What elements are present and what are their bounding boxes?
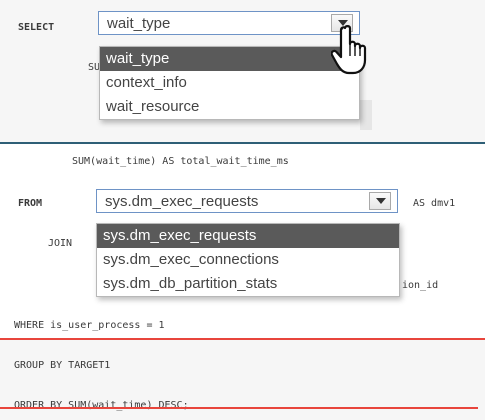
table-select-value: sys.dm_exec_requests (105, 193, 259, 210)
join-condition-fragment: ion_id (402, 280, 439, 291)
where-clause-line: WHERE is_user_process = 1 (14, 320, 165, 331)
column-option-wait-type[interactable]: wait_type (100, 47, 359, 71)
join-keyword-fragment: JOIN (48, 238, 73, 249)
column-dropdown-list: wait_type context_info wait_resource (99, 46, 360, 120)
chevron-down-icon (376, 198, 386, 204)
table-alias: AS dmv1 (413, 198, 456, 209)
table-dropdown-list: sys.dm_exec_requests sys.dm_exec_connect… (96, 223, 400, 297)
scrollbar-stub (360, 100, 372, 130)
column-option-wait-resource[interactable]: wait_resource (100, 95, 359, 119)
column-select-combo[interactable]: wait_type (98, 11, 360, 35)
section-divider-red-bottom (0, 407, 478, 409)
table-option-exec-connections[interactable]: sys.dm_exec_connections (97, 248, 399, 272)
table-select-combo[interactable]: sys.dm_exec_requests (96, 189, 398, 213)
column-option-context-info[interactable]: context_info (100, 71, 359, 95)
table-option-partition-stats[interactable]: sys.dm_db_partition_stats (97, 272, 399, 296)
table-dropdown-button[interactable] (369, 192, 391, 210)
column-select-value: wait_type (107, 15, 171, 32)
from-keyword: FROM (18, 198, 43, 209)
table-option-exec-requests[interactable]: sys.dm_exec_requests (97, 224, 399, 248)
order-by-line: ORDER BY SUM(wait_time) DESC; (14, 400, 189, 411)
sum-expression-line: SUM(wait_time) AS total_wait_time_ms (72, 156, 289, 167)
select-keyword: SELECT (18, 22, 55, 33)
section-divider-teal (0, 142, 485, 144)
hand-pointer-icon (331, 25, 367, 75)
group-by-line: GROUP BY TARGET1 (14, 360, 111, 371)
